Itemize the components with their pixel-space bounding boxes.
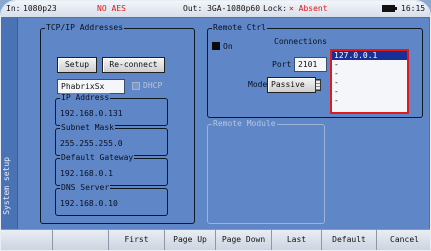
dns-server-value[interactable]: 192.168.0.10	[60, 199, 118, 208]
reconnect-button[interactable]: Re-connect	[102, 57, 165, 73]
input-alert: NO AES	[97, 4, 126, 13]
softkey-1[interactable]	[1, 230, 53, 250]
connection-item[interactable]: 127.0.0.1	[332, 51, 407, 60]
mode-dropdown-icon[interactable]	[315, 79, 321, 91]
tcpip-title: TCP/IP Addresses	[45, 23, 125, 33]
softkey-2[interactable]	[53, 230, 109, 250]
subnet-mask-group: Subnet Mask 255.255.255.0	[55, 123, 168, 156]
tcpip-group: TCP/IP Addresses Setup Re-connect Phabri…	[40, 23, 195, 224]
default-gateway-value[interactable]: 192.168.0.1	[60, 169, 113, 178]
last-softkey[interactable]: Last	[272, 230, 322, 250]
default-gateway-group: Default Gateway 192.168.0.1	[55, 153, 168, 186]
ip-address-group: IP Address 192.168.0.131	[55, 93, 168, 126]
port-field[interactable]: 2101	[294, 57, 327, 72]
dns-server-title: DNS Server	[60, 183, 111, 193]
page-down-softkey[interactable]: Page Down	[216, 230, 272, 250]
lock-status: × Absent	[289, 4, 328, 13]
connections-label: Connections	[274, 37, 327, 46]
cancel-softkey[interactable]: Cancel	[377, 230, 430, 250]
remote-module-title: Remote Module	[212, 119, 277, 129]
remote-on-label: On	[223, 42, 233, 51]
mode-select[interactable]: Passive	[267, 77, 316, 93]
default-softkey[interactable]: Default	[322, 230, 377, 250]
side-tab[interactable]: System setup	[1, 17, 16, 229]
dns-server-group: DNS Server 192.168.0.10	[55, 183, 168, 216]
remote-on-checkbox[interactable]	[212, 42, 220, 50]
page-up-softkey[interactable]: Page Up	[165, 230, 216, 250]
ip-address-value[interactable]: 192.168.0.131	[60, 109, 123, 118]
connections-list[interactable]: 127.0.0.1 - - - - -	[330, 49, 409, 114]
dhcp-checkbox[interactable]	[132, 82, 140, 90]
connection-item[interactable]: -	[332, 78, 407, 87]
ip-address-title: IP Address	[60, 93, 111, 103]
hostname-field[interactable]: PhabrixSx	[57, 79, 125, 94]
softkey-bar: First Page Up Page Down Last Default Can…	[1, 229, 430, 250]
remote-ctrl-title: Remote Ctrl	[212, 23, 267, 33]
setup-button[interactable]: Setup	[57, 57, 97, 73]
side-tab-label: System setup	[2, 157, 11, 215]
device-screen: In: 1080p23 NO AES Out: 3GA-1080p60 Lock…	[0, 0, 431, 251]
connection-item[interactable]: -	[332, 87, 407, 96]
connection-item[interactable]: -	[332, 69, 407, 78]
input-label: In:	[6, 4, 21, 13]
input-format: 1080p23	[23, 4, 57, 13]
dhcp-label: DHCP	[143, 81, 163, 90]
default-gateway-title: Default Gateway	[60, 153, 135, 163]
output-format: Out: 3GA-1080p60	[183, 4, 261, 13]
system-setup-panel: TCP/IP Addresses Setup Re-connect Phabri…	[17, 18, 429, 229]
clock: 16:15	[401, 4, 426, 13]
lock-label: Lock:	[263, 4, 288, 13]
status-bar: In: 1080p23 NO AES Out: 3GA-1080p60 Lock…	[1, 1, 430, 17]
subnet-mask-value[interactable]: 255.255.255.0	[60, 139, 123, 148]
remote-module-group: Remote Module	[207, 119, 325, 224]
connection-item[interactable]: -	[332, 60, 407, 69]
mode-label: Mode	[248, 80, 268, 89]
subnet-mask-title: Subnet Mask	[60, 123, 115, 133]
first-softkey[interactable]: First	[109, 230, 165, 250]
battery-icon	[382, 5, 397, 12]
port-label: Port	[272, 60, 292, 69]
connection-item[interactable]: -	[332, 96, 407, 105]
